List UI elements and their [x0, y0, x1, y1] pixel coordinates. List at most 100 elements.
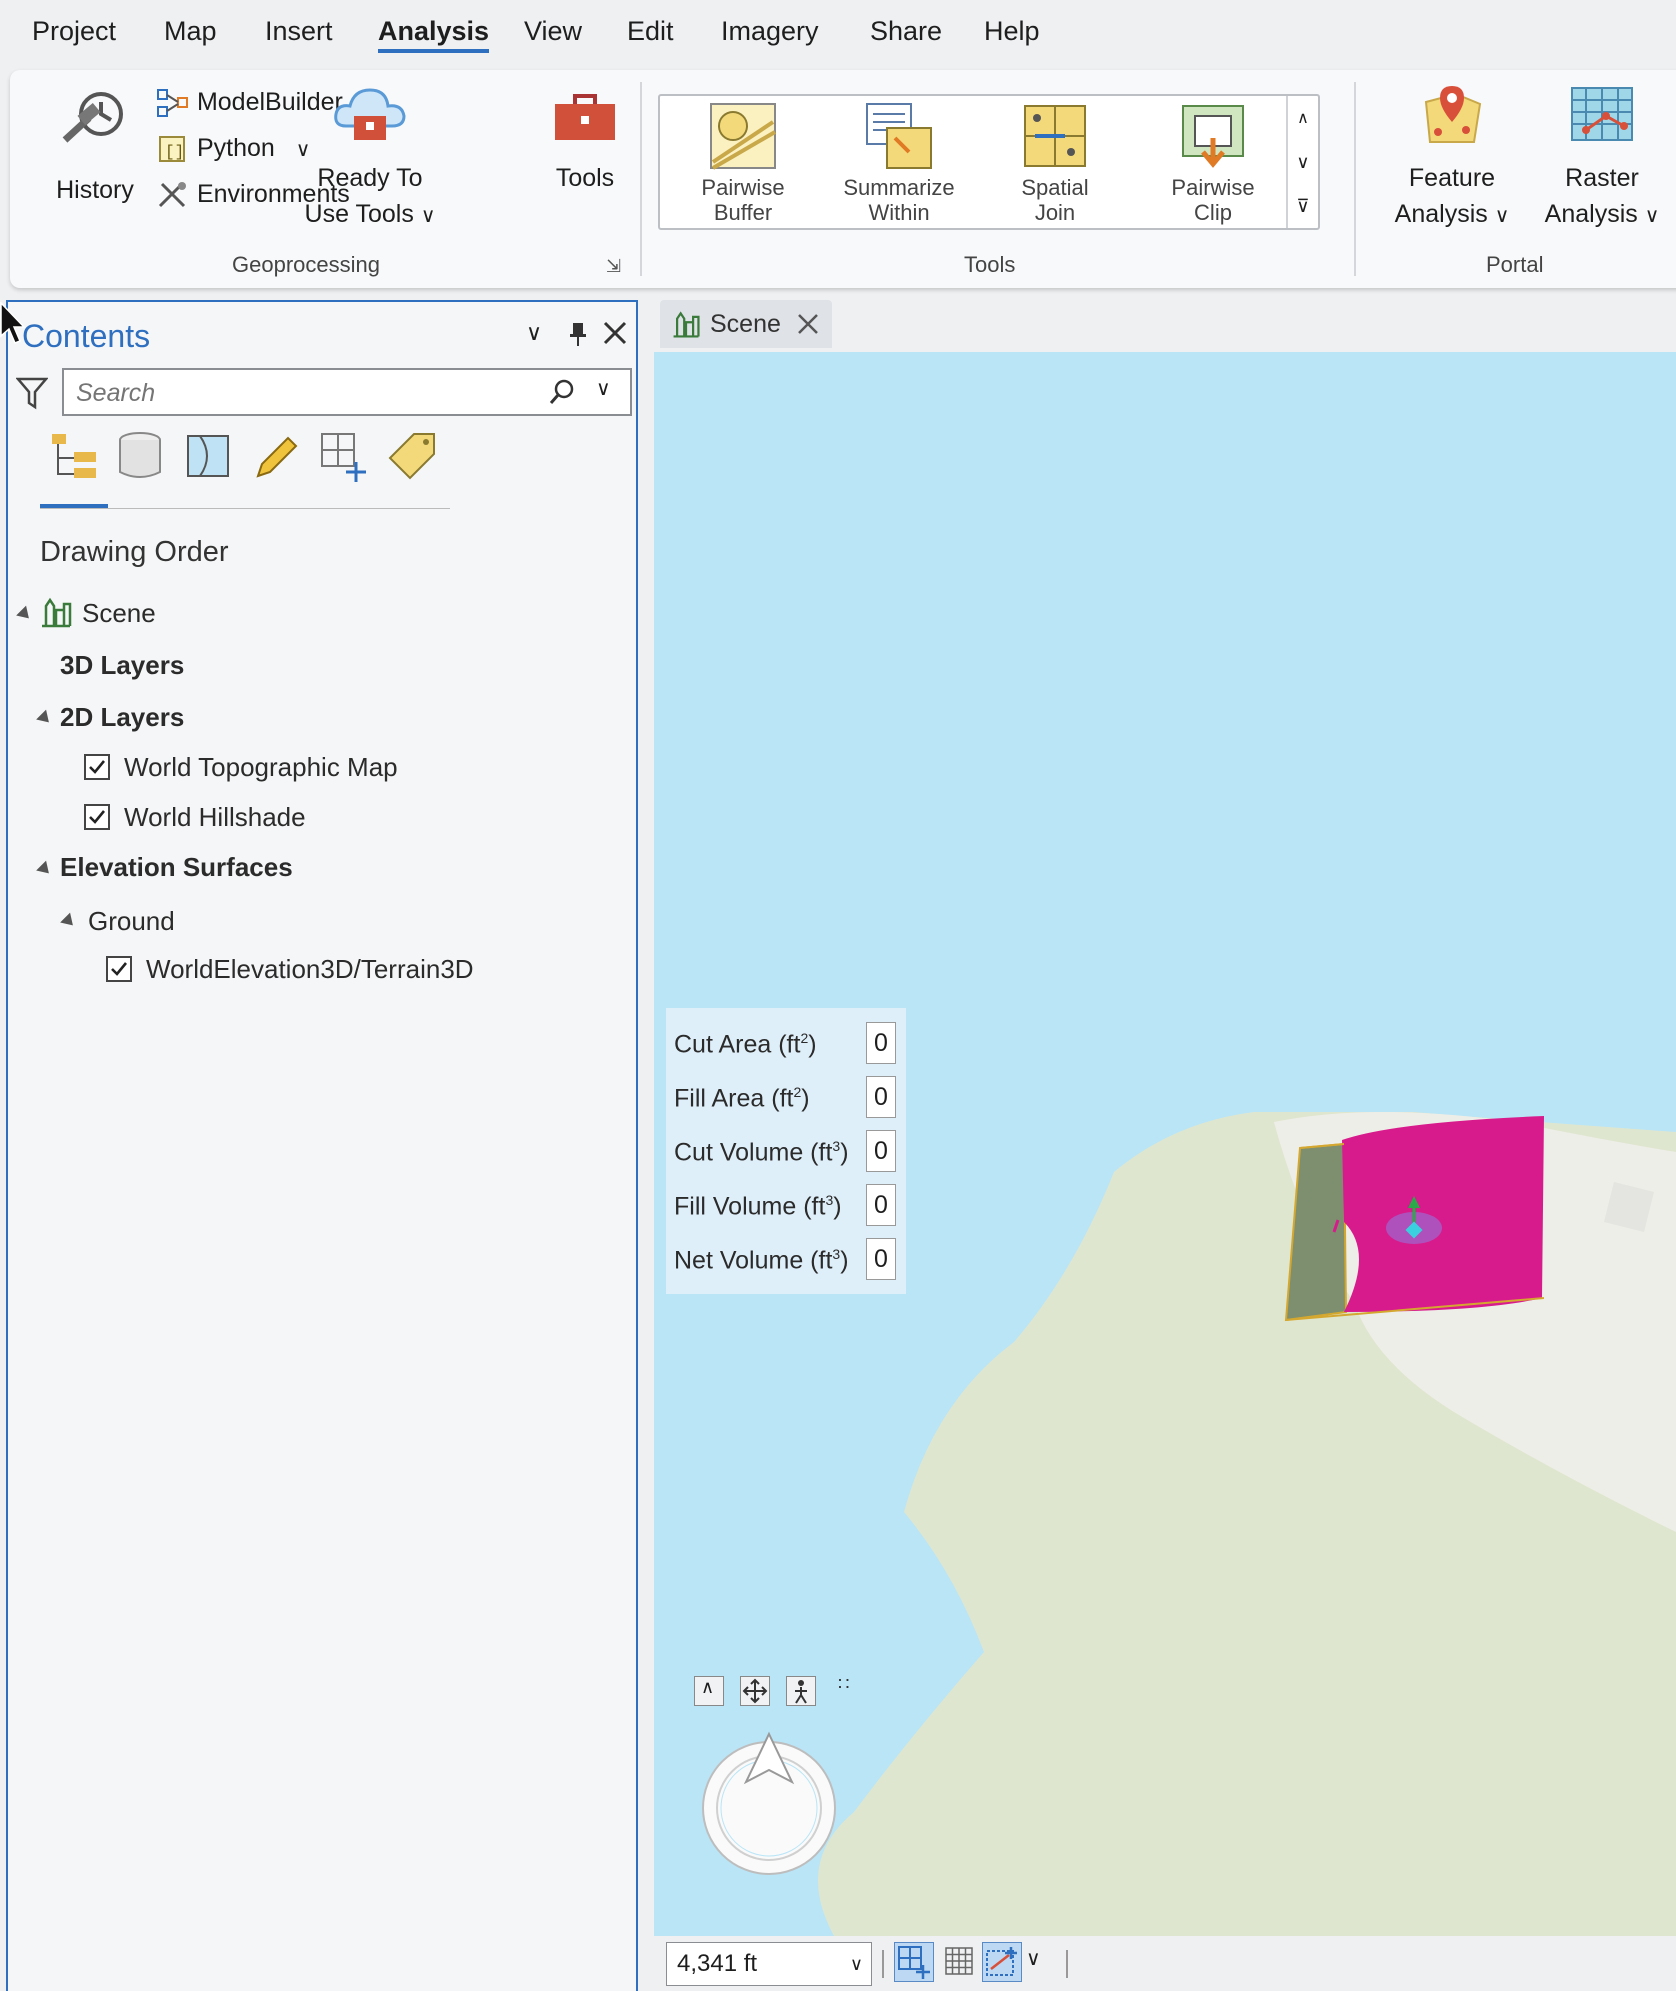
close-tab-icon[interactable] [796, 312, 820, 336]
history-icon [62, 92, 123, 143]
list-by-selection-tab[interactable] [180, 428, 240, 488]
toolbox-icon [555, 94, 615, 140]
navigator-first-person-button[interactable] [786, 1676, 816, 1706]
scale-dropdown[interactable]: 4,341 ft ∨ [666, 1942, 872, 1986]
collapse-elevation-icon[interactable] [36, 860, 54, 879]
navigator-pan-button[interactable] [740, 1676, 770, 1706]
compass-navigator[interactable] [694, 1730, 844, 1880]
search-box: ∨ [62, 368, 632, 416]
feature-analysis-label-2: Analysis [1394, 200, 1488, 228]
list-by-drawing-order-tab[interactable] [44, 428, 104, 488]
list-by-data-source-tab[interactable] [112, 428, 172, 488]
tree-item-2d-layers[interactable]: 2D Layers [60, 702, 184, 733]
scale-value: 4,341 ft [677, 1950, 758, 1977]
scene-tab-label: Scene [710, 310, 781, 338]
add-grid-icon [321, 433, 366, 482]
menu-edit[interactable]: Edit [627, 16, 674, 47]
gallery-label: Summarize [843, 175, 955, 200]
gallery-summarize-within[interactable]: Summarize Within [824, 102, 974, 225]
menu-help[interactable]: Help [984, 16, 1040, 47]
feature-analysis-button[interactable]: Feature Analysis ∨ [1380, 82, 1524, 234]
grid-button[interactable] [940, 1942, 980, 1982]
tools-button[interactable]: Tools [530, 82, 640, 196]
group-geoprocessing-label: Geoprocessing [232, 252, 380, 277]
search-icon[interactable] [548, 378, 576, 411]
tree-item-3d-layers[interactable]: 3D Layers [60, 650, 184, 681]
close-pane-icon[interactable] [602, 320, 632, 350]
tree-item-world-topographic-map[interactable]: World Topographic Map [124, 752, 398, 783]
search-options-chevron-icon[interactable]: ∨ [596, 376, 611, 401]
mouse-cursor-icon [0, 302, 26, 344]
pencil-icon [256, 436, 298, 478]
tree-item-world-hillshade[interactable]: World Hillshade [124, 802, 306, 833]
python-button[interactable]: [] Python ∨ [156, 134, 310, 164]
gallery-expand[interactable]: ⊽ [1286, 184, 1318, 228]
list-by-editing-tab[interactable] [248, 428, 308, 488]
tree-item-ground[interactable]: Ground [88, 906, 175, 937]
raster-analysis-icon [1571, 87, 1633, 141]
menu-view[interactable]: View [524, 16, 582, 47]
menu-share[interactable]: Share [870, 16, 942, 47]
gallery-scroll-up[interactable]: ∧ [1286, 96, 1318, 140]
menu-map[interactable]: Map [164, 16, 217, 47]
gallery-scroll-down[interactable]: ∨ [1286, 140, 1318, 184]
menu-bar: Project Map Insert Analysis View Edit Im… [0, 0, 1676, 68]
pin-icon[interactable] [566, 320, 596, 350]
menu-analysis[interactable]: Analysis [378, 16, 490, 53]
chevron-down-icon: ∨ [1296, 151, 1310, 172]
hillshade-visibility-checkbox[interactable] [84, 804, 110, 830]
ready-to-use-tools-button[interactable]: Ready To Use Tools ∨ [300, 82, 440, 234]
snapping-button[interactable] [894, 1942, 934, 1982]
raster-analysis-button[interactable]: Raster Analysis ∨ [1530, 82, 1674, 234]
list-by-labeling-tab[interactable] [384, 428, 444, 488]
drawing-order-icon [52, 434, 96, 478]
fill-volume-label: Fill Volume (ft3) [674, 1192, 842, 1221]
navigator-collapse-button[interactable]: ∧ [694, 1676, 724, 1706]
tools-gallery: Pairwise Buffer Summarize Within Spatial… [658, 94, 1320, 230]
check-icon [111, 962, 128, 976]
fill-volume-value: 0 [866, 1184, 896, 1226]
scene-view[interactable]: Cut Area (ft2) 0 Fill Area (ft2) 0 Cut V… [654, 352, 1676, 1991]
menu-insert[interactable]: Insert [265, 16, 333, 47]
tab-scene[interactable]: Scene [660, 300, 832, 348]
gallery-spatial-join[interactable]: Spatial Join [980, 102, 1130, 225]
collapse-scene-icon[interactable] [16, 605, 34, 624]
gallery-label: Pairwise [1171, 175, 1255, 200]
fill-area-label: Fill Area (ft2) [674, 1084, 810, 1113]
map-selection-icon [187, 435, 229, 477]
history-button[interactable]: History [40, 82, 150, 208]
terrain-visibility-checkbox[interactable] [106, 956, 132, 982]
scene-icon [673, 311, 700, 338]
constraints-icon [986, 1947, 1017, 1976]
chevron-down-icon[interactable]: ∨ [1026, 1946, 1041, 1971]
list-by-snapping-tab[interactable] [316, 428, 376, 488]
feature-analysis-icon [1424, 86, 1482, 143]
menu-imagery[interactable]: Imagery [721, 16, 819, 47]
constraints-button[interactable] [982, 1942, 1022, 1982]
volume-stats-panel: Cut Area (ft2) 0 Fill Area (ft2) 0 Cut V… [666, 1008, 906, 1294]
gallery-label: Clip [1194, 200, 1232, 225]
chevron-down-icon: ∨ [420, 205, 436, 227]
menu-project[interactable]: Project [32, 16, 116, 47]
filter-icon[interactable] [15, 376, 49, 415]
tree-item-world-elevation-terrain3d[interactable]: WorldElevation3D/Terrain3D [146, 954, 474, 985]
pane-options-chevron-icon[interactable]: ∨ [526, 320, 556, 350]
gallery-pairwise-clip[interactable]: Pairwise Clip [1138, 102, 1288, 225]
search-input[interactable] [74, 376, 518, 410]
pairwise-buffer-icon [710, 103, 777, 170]
dialog-launcher-icon[interactable]: ⇲ [606, 256, 621, 277]
tree-item-elevation-surfaces[interactable]: Elevation Surfaces [60, 852, 293, 883]
collapse-2d-layers-icon[interactable] [36, 709, 54, 728]
tree-item-scene[interactable]: Scene [82, 598, 156, 629]
ready-to-use-label-2: Use Tools [304, 200, 414, 228]
gallery-label: Pairwise [701, 175, 785, 200]
chevron-up-icon: ∧ [1297, 110, 1309, 127]
environments-icon [158, 182, 186, 208]
navigator-more-icon[interactable]: ∷ [838, 1674, 849, 1695]
collapse-ground-icon[interactable] [60, 912, 78, 931]
chevron-down-icon: ∨ [849, 1954, 863, 1974]
topo-visibility-checkbox[interactable] [84, 754, 110, 780]
gallery-pairwise-buffer[interactable]: Pairwise Buffer [668, 102, 818, 225]
pan-arrows-icon [742, 1678, 768, 1704]
feature-analysis-label-1: Feature [1408, 164, 1496, 192]
